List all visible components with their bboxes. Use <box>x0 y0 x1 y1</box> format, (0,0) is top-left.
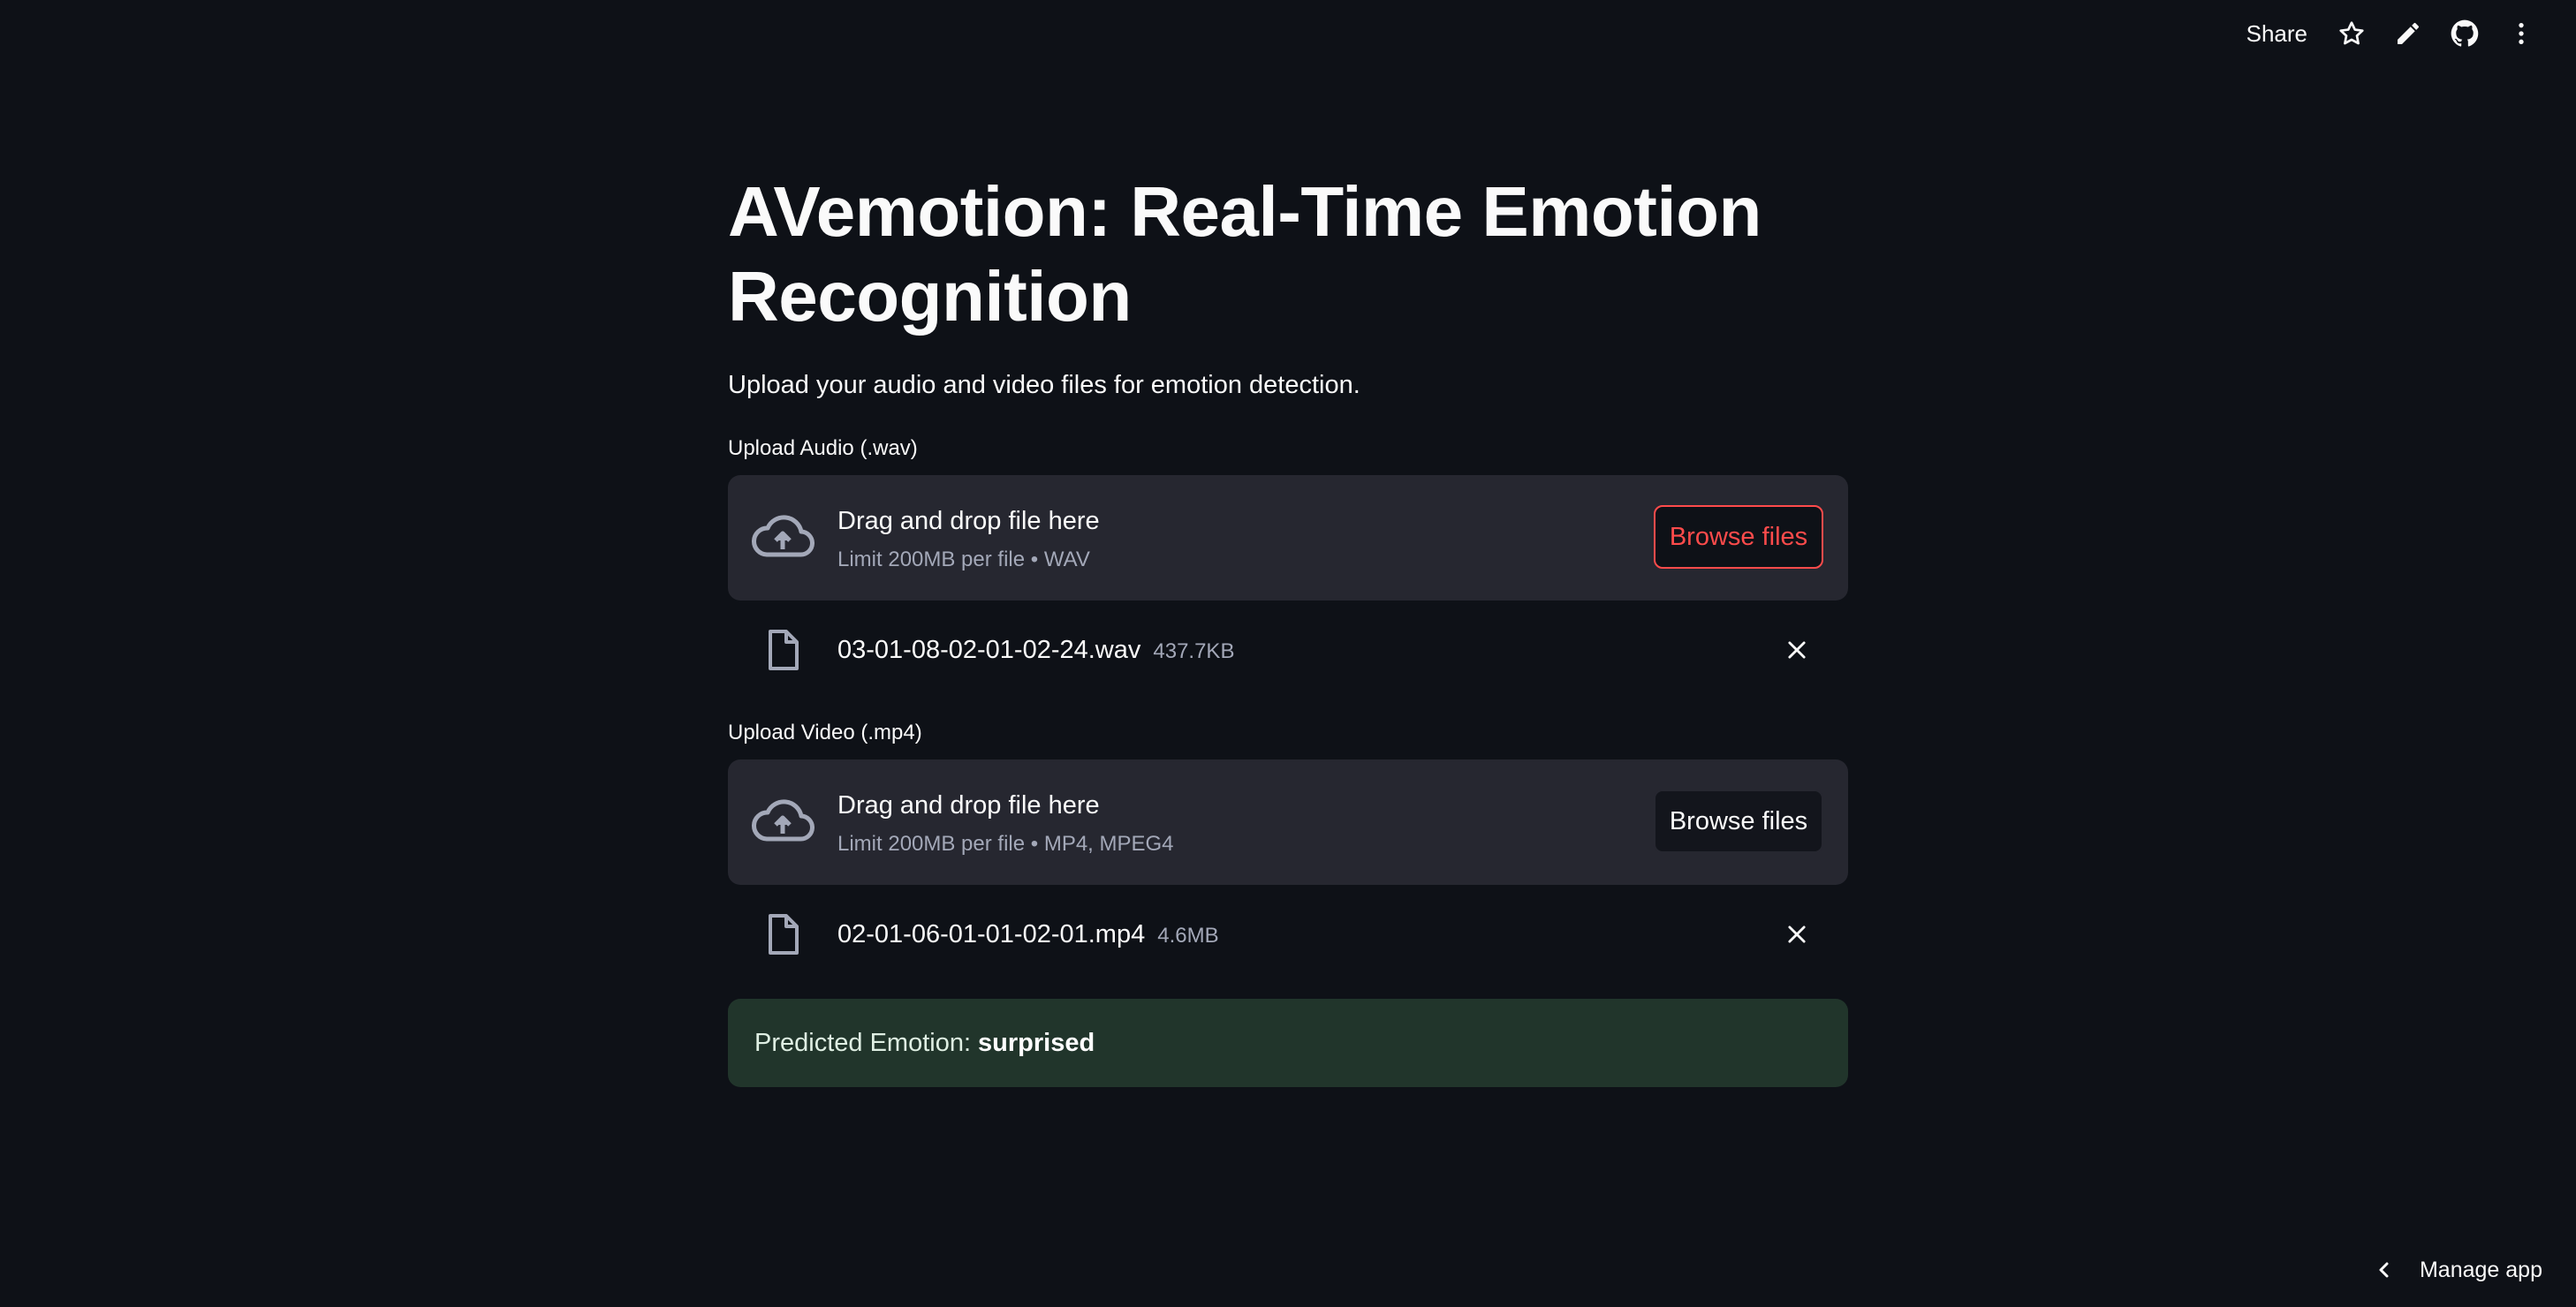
close-icon <box>1788 641 1806 659</box>
manage-app-button[interactable]: Manage app <box>2374 1245 2542 1295</box>
video-file-size: 4.6MB <box>1157 924 1219 948</box>
remove-audio-file-button[interactable] <box>1779 632 1815 668</box>
page-subtitle: Upload your audio and video files for em… <box>728 371 1360 399</box>
video-dropzone[interactable]: Drag and drop file here Limit 200MB per … <box>728 759 1848 885</box>
prediction-prefix: Predicted Emotion: <box>754 1028 972 1057</box>
app-toolbar: Share <box>2231 12 2549 55</box>
page-title: AVemotion: Real-Time Emotion Recognition <box>728 172 1762 336</box>
predicted-emotion: surprised <box>978 1028 1095 1057</box>
audio-browse-button[interactable]: Browse files <box>1654 505 1823 569</box>
cloud-upload-icon <box>751 510 814 565</box>
video-drop-title: Drag and drop file here <box>837 791 1100 820</box>
chevron-left-icon <box>2379 1262 2389 1278</box>
pencil-icon[interactable] <box>2380 12 2436 55</box>
audio-dropzone[interactable]: Drag and drop file here Limit 200MB per … <box>728 475 1848 601</box>
more-vertical-icon[interactable] <box>2493 12 2549 55</box>
prediction-result-box: Predicted Emotion: surprised <box>728 999 1848 1087</box>
close-icon <box>1788 925 1806 943</box>
audio-file-size: 437.7KB <box>1153 639 1235 663</box>
github-icon[interactable] <box>2436 12 2493 55</box>
audio-drop-title: Drag and drop file here <box>837 507 1100 535</box>
star-icon[interactable] <box>2323 12 2380 55</box>
file-icon <box>763 913 802 956</box>
manage-app-label: Manage app <box>2419 1257 2542 1282</box>
audio-upload-label: Upload Audio (.wav) <box>728 436 918 460</box>
audio-file-row: 03-01-08-02-01-02-24.wav 437.7KB <box>728 615 1848 685</box>
cloud-upload-icon <box>751 795 814 850</box>
video-browse-button[interactable]: Browse files <box>1654 789 1823 853</box>
audio-file-name: 03-01-08-02-01-02-24.wav <box>837 636 1141 664</box>
share-button[interactable]: Share <box>2231 13 2323 55</box>
audio-file-info: 03-01-08-02-01-02-24.wav 437.7KB <box>837 632 1234 669</box>
audio-limit-text: Limit 200MB per file • WAV <box>837 548 1090 571</box>
video-file-info: 02-01-06-01-01-02-01.mp4 4.6MB <box>837 917 1219 954</box>
video-file-name: 02-01-06-01-01-02-01.mp4 <box>837 920 1146 948</box>
video-upload-label: Upload Video (.mp4) <box>728 721 922 744</box>
video-file-row: 02-01-06-01-01-02-01.mp4 4.6MB <box>728 899 1848 970</box>
remove-video-file-button[interactable] <box>1779 917 1815 952</box>
file-icon <box>763 629 802 671</box>
video-limit-text: Limit 200MB per file • MP4, MPEG4 <box>837 832 1174 856</box>
